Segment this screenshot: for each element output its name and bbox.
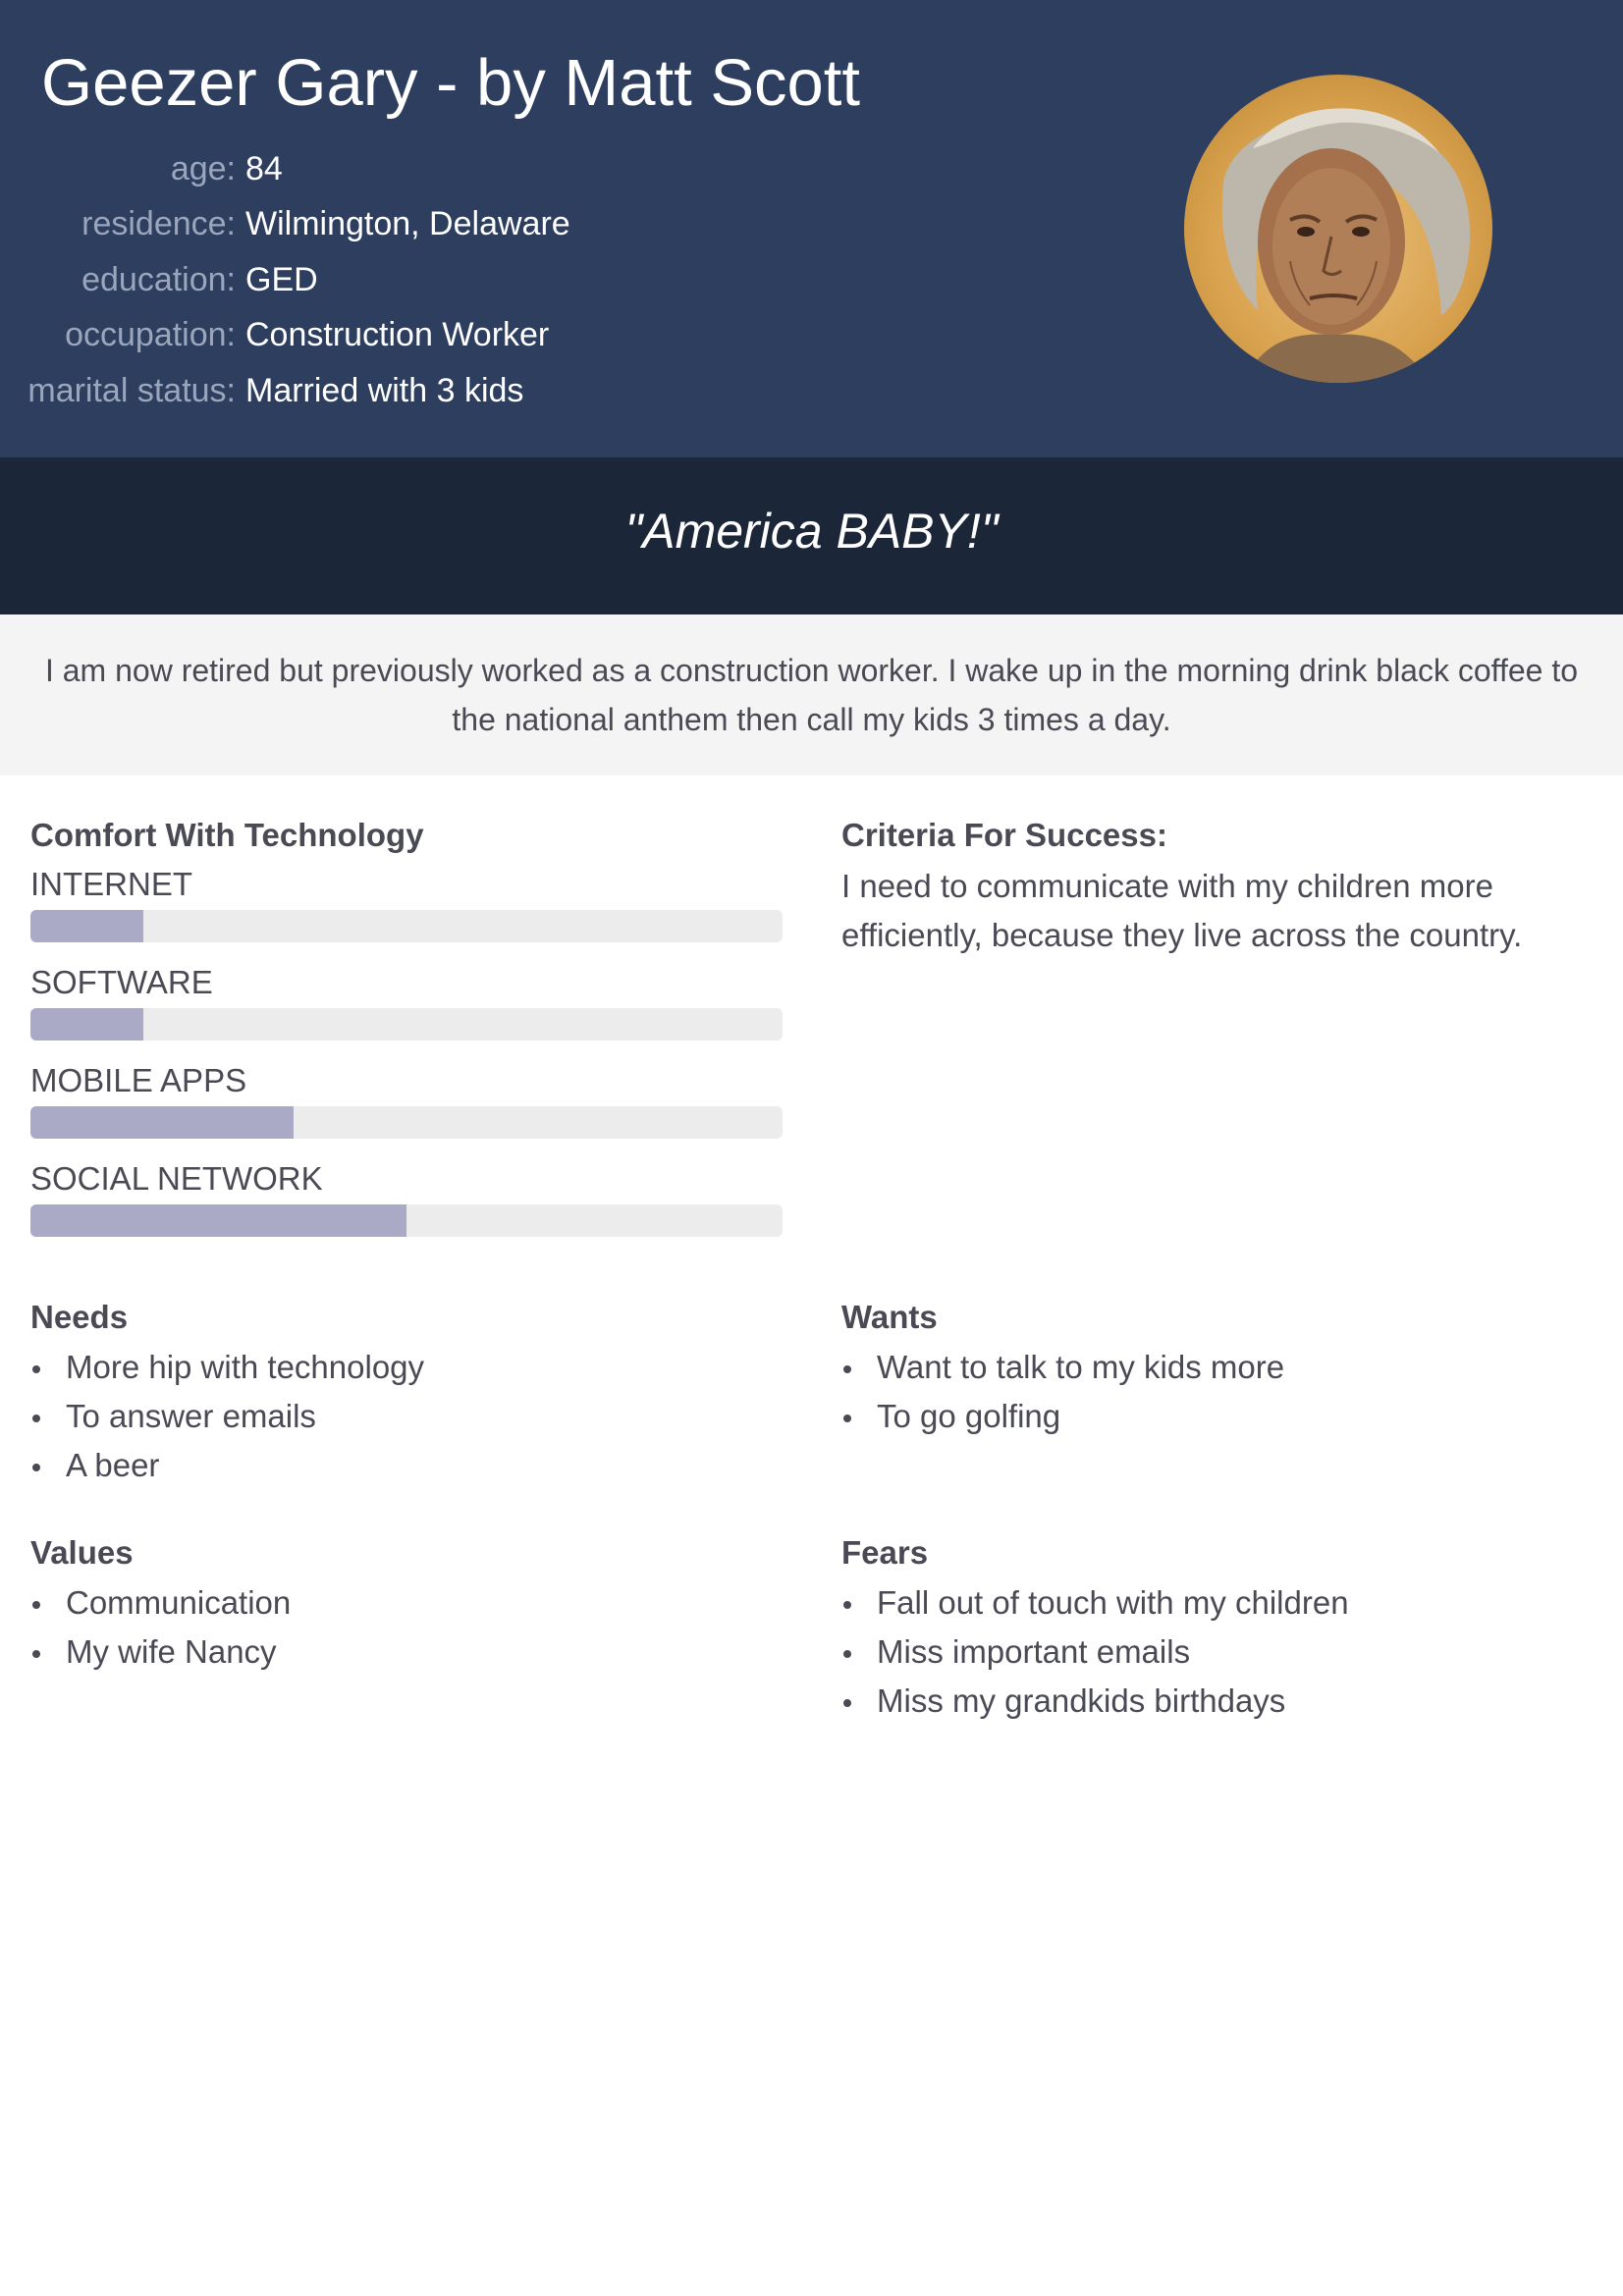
- comfort-bar-mobile-apps: [30, 1106, 783, 1139]
- persona-title: Geezer Gary - by Matt Scott: [41, 46, 861, 120]
- list-item: To go golfing: [841, 1392, 1284, 1441]
- list-item: Miss important emails: [841, 1628, 1349, 1677]
- wants-list: Want to talk to my kids more To go golfi…: [841, 1343, 1284, 1441]
- info-label: occupation:: [65, 316, 236, 354]
- avatar: [1184, 75, 1492, 383]
- fears-title: Fears: [841, 1534, 929, 1571]
- needs-title: Needs: [30, 1299, 129, 1335]
- values-list: Communication My wife Nancy: [30, 1578, 291, 1677]
- success-text: I need to communicate with my children m…: [841, 868, 1523, 953]
- bar-fill: [30, 1008, 143, 1041]
- bar-label: INTERNET: [30, 866, 192, 902]
- bio-section: I am now retired but previously worked a…: [0, 614, 1623, 775]
- bar-label: MOBILE APPS: [30, 1062, 247, 1098]
- quote-banner: "America BABY!": [0, 457, 1623, 614]
- list-item: More hip with technology: [30, 1343, 424, 1392]
- list-item: A beer: [30, 1441, 424, 1490]
- info-value: 84: [245, 149, 283, 187]
- bar-label: SOFTWARE: [30, 964, 213, 1000]
- list-item: Miss my grandkids birthdays: [841, 1677, 1349, 1726]
- info-row-age: age: 84: [0, 141, 570, 197]
- info-row-marital-status: marital status: Married with 3 kids: [0, 363, 570, 419]
- info-row-residence: residence: Wilmington, Delaware: [0, 197, 570, 253]
- comfort-title: Comfort With Technology: [30, 817, 424, 853]
- info-row-occupation: occupation: Construction Worker: [0, 308, 570, 364]
- info-value: Construction Worker: [245, 316, 550, 354]
- bar-label: SOCIAL NETWORK: [30, 1160, 323, 1197]
- info-value: Married with 3 kids: [245, 371, 524, 409]
- fears-list: Fall out of touch with my children Miss …: [841, 1578, 1349, 1726]
- info-label: marital status:: [27, 371, 236, 409]
- comfort-bar-software: [30, 1008, 783, 1041]
- bar-fill: [30, 910, 143, 942]
- list-item: Communication: [30, 1578, 291, 1628]
- success-title: Criteria For Success:: [841, 817, 1167, 853]
- profile-info: age: 84 residence: Wilmington, Delaware …: [0, 141, 570, 419]
- info-label: education:: [81, 260, 236, 298]
- info-value: GED: [245, 260, 318, 298]
- bar-fill: [30, 1204, 406, 1237]
- elderly-person-portrait-icon: [1221, 108, 1471, 383]
- list-item: Want to talk to my kids more: [841, 1343, 1284, 1392]
- info-label: residence:: [81, 205, 236, 243]
- list-item: My wife Nancy: [30, 1628, 291, 1677]
- info-row-education: education: GED: [0, 252, 570, 308]
- list-item: Fall out of touch with my children: [841, 1578, 1349, 1628]
- needs-list: More hip with technology To answer email…: [30, 1343, 424, 1490]
- info-label: age:: [170, 149, 236, 187]
- persona-quote: "America BABY!": [624, 504, 999, 559]
- comfort-bar-social-network: [30, 1204, 783, 1237]
- list-item: To answer emails: [30, 1392, 424, 1441]
- profile-header: Geezer Gary - by Matt Scott age: 84 resi…: [0, 0, 1623, 457]
- info-value: Wilmington, Delaware: [245, 205, 570, 243]
- comfort-bar-internet: [30, 910, 783, 942]
- bio-text: I am now retired but previously worked a…: [44, 653, 1579, 737]
- bar-fill: [30, 1106, 295, 1139]
- values-title: Values: [30, 1534, 134, 1571]
- wants-title: Wants: [841, 1299, 938, 1335]
